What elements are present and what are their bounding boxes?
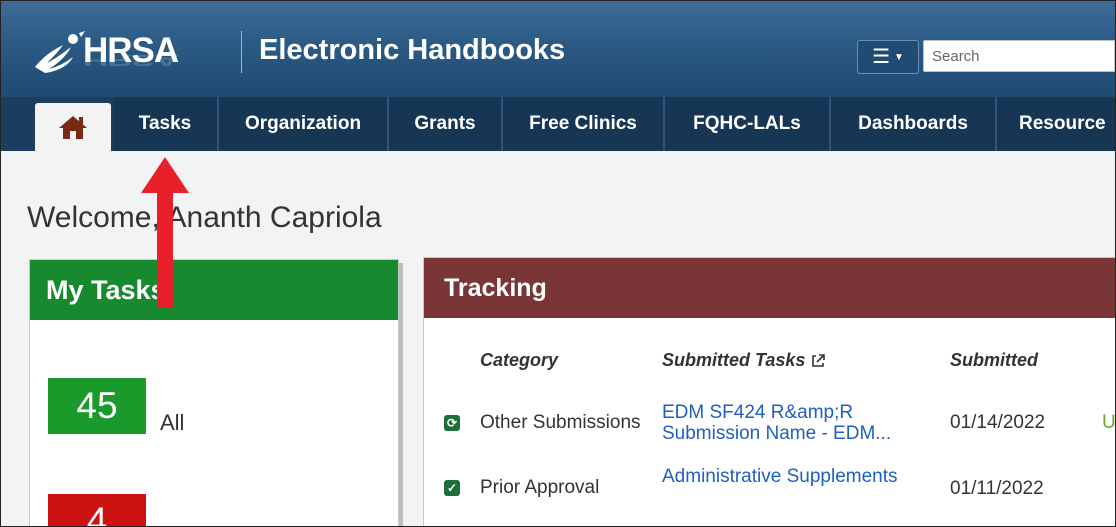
welcome-message: Welcome, Ananth Capriola [27,201,382,234]
nav-tab-dashboards[interactable]: Dashboards [831,97,997,151]
row-category: Prior Approval [480,477,600,498]
panel-divider [399,263,403,526]
banner-divider [241,31,242,73]
hhs-eagle-logo [35,31,85,73]
nav-tab-grants[interactable]: Grants [389,97,503,151]
column-header-submitted-tasks-label: Submitted Tasks [662,350,806,370]
refresh-icon: ⟳ [444,415,460,431]
app-title: Electronic Handbooks [259,34,566,66]
menu-button[interactable]: ☰ ▼ [857,40,919,74]
tracking-header: Tracking [424,258,1115,318]
row-category: Other Submissions [480,412,641,433]
nav-tab-tasks[interactable]: Tasks [113,97,219,151]
app-window: HRSA HRSA Electronic Handbooks ☰ ▼ Tasks… [0,0,1116,527]
nav-tab-organization[interactable]: Organization [219,97,389,151]
my-tasks-panel: My Tasks 45 All 4 [29,259,399,526]
nav-tab-free-clinics[interactable]: Free Clinics [503,97,665,151]
header-banner: HRSA HRSA Electronic Handbooks ☰ ▼ [1,1,1115,97]
nav-tab-fqhc-lals[interactable]: FQHC-LALs [665,97,831,151]
task-count-all-label[interactable]: All [160,410,184,436]
column-header-submitted: Submitted [950,350,1038,370]
column-header-submitted-tasks[interactable]: Submitted Tasks [662,350,826,371]
nav-tab-resources[interactable]: Resource [997,97,1115,151]
external-link-icon [812,353,826,367]
hrsa-logo-reflection: HRSA [83,51,179,69]
task-count-urgent[interactable]: 4 [48,494,146,526]
row-status: U [1102,412,1116,433]
column-header-category: Category [480,350,559,370]
row-submitted-date: 01/14/2022 [950,412,1046,433]
row-task-link[interactable]: Administrative Supplements [662,466,922,487]
red-arrow-annotation [141,157,189,307]
row-task-link[interactable]: EDM SF424 R&amp;R Submission Name - EDM.… [662,402,922,444]
search-input[interactable] [923,40,1115,72]
tracking-panel: Tracking Category Submitted Tasks Submit… [423,257,1116,526]
hamburger-icon: ☰ [872,46,891,68]
my-tasks-header: My Tasks [30,260,398,320]
home-icon [59,116,87,139]
row-submitted-date: 01/11/2022 [950,478,1044,499]
task-count-all[interactable]: 45 [48,378,146,434]
check-icon: ✓ [444,480,460,496]
chevron-down-icon: ▼ [894,51,904,63]
nav-home-tab[interactable] [35,103,111,151]
main-nav: Tasks Organization Grants Free Clinics F… [1,97,1115,151]
